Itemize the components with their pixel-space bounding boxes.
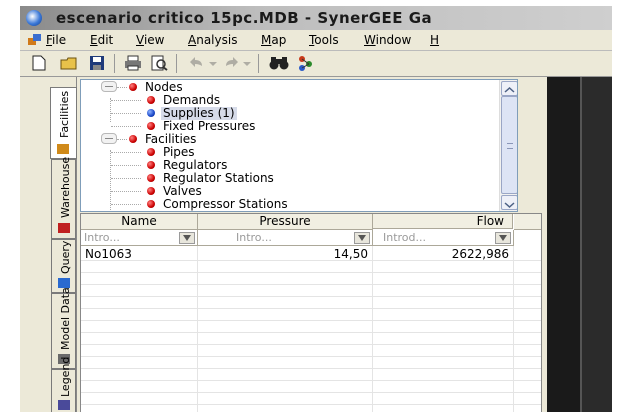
open-folder-icon[interactable] — [60, 55, 78, 71]
tree-item[interactable]: Demands — [81, 94, 491, 107]
undo-dropdown-icon[interactable] — [208, 55, 218, 71]
map-edge — [580, 77, 612, 412]
node-pin-icon — [129, 83, 137, 91]
tree-item[interactable]: Fixed Pressures — [81, 120, 491, 133]
application-window: escenario critico 15pc.MDB - SynerGEE Ga… — [20, 6, 612, 412]
column-header-flow[interactable]: Flow — [373, 214, 513, 229]
tab-query[interactable]: Query — [51, 239, 76, 293]
tab-facilities[interactable]: Facilities — [50, 87, 77, 159]
node-pin-icon — [147, 161, 155, 169]
undo-icon[interactable] — [188, 55, 206, 71]
menu-map[interactable]: Map — [261, 33, 286, 47]
cell-name[interactable]: No1063 — [85, 248, 132, 260]
filter-icon[interactable] — [354, 232, 370, 244]
toolbar — [20, 51, 612, 77]
node-pin-icon — [147, 148, 155, 156]
menu-bar: File Edit View Analysis Map Tools Window… — [20, 30, 612, 51]
results-grid: Name Pressure Flow Intro... Intro... Int… — [80, 213, 542, 412]
network-icon[interactable] — [298, 55, 312, 71]
node-pin-icon — [129, 135, 137, 143]
client-area: Facilities Warehouse Query Model Data Le… — [20, 77, 612, 412]
filter-name[interactable]: Intro... — [81, 230, 198, 246]
tree-item[interactable]: Pipes — [81, 146, 491, 159]
menu-window[interactable]: Window — [364, 33, 411, 47]
filter-pressure[interactable]: Intro... — [198, 230, 373, 246]
node-pin-icon — [147, 109, 155, 117]
facilities-icon — [57, 144, 69, 154]
print-preview-icon[interactable] — [150, 55, 168, 71]
cell-flow[interactable]: 2622,986 — [373, 248, 509, 260]
window-title: escenario critico 15pc.MDB - SynerGEE Ga — [56, 9, 433, 27]
redo-icon[interactable] — [222, 55, 240, 71]
node-pin-icon — [147, 174, 155, 182]
menu-help[interactable]: H — [430, 33, 439, 47]
tree-item[interactable]: Facilities — [81, 133, 491, 146]
node-pin-icon — [147, 200, 155, 208]
tree-item[interactable]: Storage Fields — [163, 211, 248, 212]
cell-pressure[interactable]: 14,50 — [198, 248, 368, 260]
filter-icon[interactable] — [495, 232, 511, 244]
facility-tree[interactable]: Nodes Demands Supplies (1) Fixed Pressures F… — [80, 79, 518, 212]
scroll-down-icon[interactable] — [501, 195, 517, 210]
print-icon[interactable] — [124, 55, 142, 71]
column-header-pressure[interactable]: Pressure — [198, 214, 373, 230]
scroll-thumb[interactable] — [501, 96, 517, 194]
tree-item[interactable]: Supplies (1) — [81, 107, 491, 120]
filter-flow[interactable]: Introd... — [373, 230, 514, 246]
column-header-blank — [514, 214, 541, 230]
app-icon[interactable] — [26, 10, 42, 26]
node-pin-icon — [147, 187, 155, 195]
title-bar[interactable]: escenario critico 15pc.MDB - SynerGEE Ga — [20, 6, 612, 30]
redo-dropdown-icon[interactable] — [242, 55, 252, 71]
tree-item[interactable]: Regulators — [81, 159, 491, 172]
left-margin — [20, 77, 50, 412]
menu-view[interactable]: View — [136, 33, 164, 47]
node-pin-icon — [147, 122, 155, 130]
tree-scrollbar[interactable] — [499, 80, 517, 211]
tree-item[interactable]: Regulator Stations — [81, 172, 491, 185]
column-header-name[interactable]: Name — [81, 214, 198, 230]
filter-icon[interactable] — [179, 232, 195, 244]
facilities-panel: Nodes Demands Supplies (1) Fixed Pressures F… — [77, 77, 547, 412]
new-document-icon[interactable] — [30, 55, 48, 71]
tree-item-label: Storage Fields — [163, 211, 248, 212]
menu-file-icon — [28, 34, 42, 46]
menu-edit[interactable]: Edit — [90, 33, 113, 47]
scroll-up-icon[interactable] — [501, 81, 517, 96]
warehouse-icon — [58, 223, 70, 233]
binoculars-icon[interactable] — [268, 55, 290, 71]
tab-warehouse[interactable]: Warehouse — [51, 157, 76, 239]
tree-item[interactable]: Nodes — [81, 81, 491, 94]
menu-file[interactable]: File — [46, 33, 66, 47]
save-icon[interactable] — [88, 55, 106, 71]
node-pin-icon — [147, 96, 155, 104]
tab-legend[interactable]: Legend — [51, 357, 76, 412]
side-tab-strip: Facilities Warehouse Query Model Data Le… — [50, 77, 77, 412]
menu-analysis[interactable]: Analysis — [188, 33, 237, 47]
legend-icon — [58, 400, 70, 410]
menu-tools[interactable]: Tools — [309, 33, 339, 47]
tree-item[interactable]: Compressor Stations — [81, 198, 491, 211]
